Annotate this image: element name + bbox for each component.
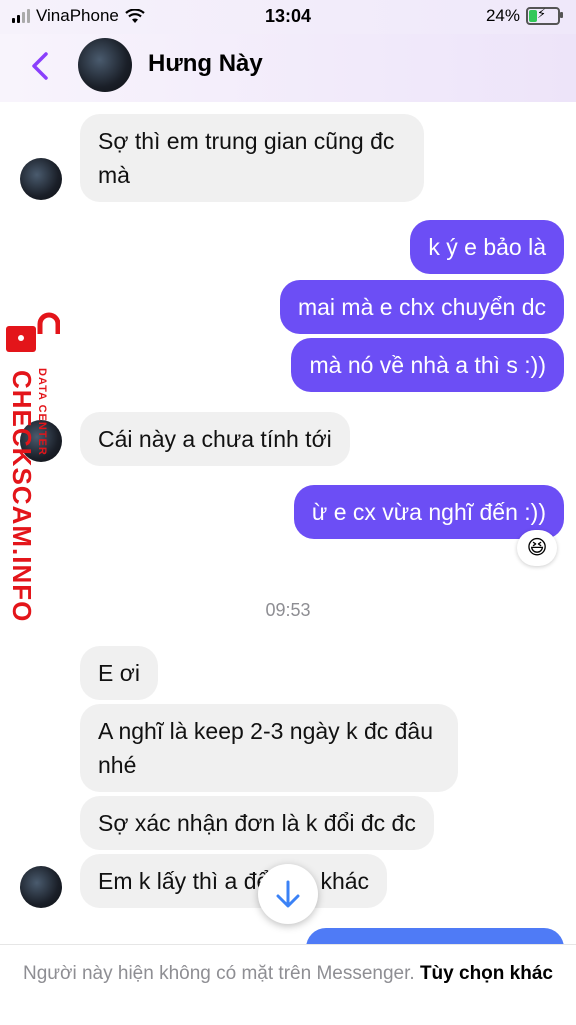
timestamp-separator: 09:53 [265, 600, 311, 620]
more-options-link[interactable]: Tùy chọn khác [420, 963, 553, 984]
arrow-down-icon [276, 880, 300, 908]
scroll-to-bottom-button[interactable] [258, 864, 318, 924]
contact-name[interactable]: Hưng Này [148, 50, 263, 78]
lock-icon [6, 312, 60, 352]
status-bar: VinaPhone 13:04 24% ⚡ [0, 0, 576, 34]
sender-avatar[interactable] [20, 158, 62, 200]
battery-icon: ⚡ [526, 6, 563, 25]
watermark-main: CHECKSCAM.INFO [7, 370, 37, 623]
battery-percent: 24% [485, 6, 520, 25]
message-bubble-outgoing[interactable]: ừ e cx vừa nghĩ đến :)) [293, 485, 564, 539]
status-right: 24% ⚡ [485, 6, 563, 26]
sender-avatar[interactable] [20, 866, 62, 908]
chat-header: Hưng Này [0, 34, 576, 102]
footer-notice: Người này hiện không có mặt trên Messeng… [0, 944, 576, 1025]
watermark: CHECKSCAM.INFO DATA CENTER [0, 312, 66, 622]
message-bubble-incoming[interactable]: Em k lấy thì a để bạn khác [80, 854, 388, 908]
message-bubble-incoming[interactable]: Sợ thì em trung gian cũng đc mà [80, 114, 424, 202]
message-bubble-outgoing[interactable]: mai mà e chx chuyển dc [279, 280, 564, 334]
message-bubble-outgoing[interactable]: k ý e bảo là [410, 220, 564, 274]
contact-avatar[interactable] [78, 38, 132, 92]
reaction-emoji[interactable]: 😆 [517, 530, 557, 566]
watermark-sub: DATA CENTER [36, 368, 48, 456]
back-chevron-icon[interactable] [24, 48, 60, 84]
unavailable-notice: Người này hiện không có mặt trên Messeng… [23, 963, 415, 984]
message-bubble-incoming[interactable]: A nghĩ là keep 2-3 ngày k đc đâu nhé [80, 704, 458, 792]
message-bubble-incoming[interactable]: Sợ xác nhận đơn là k đổi đc đc [80, 796, 434, 850]
message-bubble-incoming[interactable]: Cái này a chưa tính tới [80, 412, 350, 466]
message-list[interactable]: Sợ thì em trung gian cũng đc mà k ý e bả… [0, 102, 576, 958]
message-bubble-outgoing[interactable]: mà nó về nhà a thì s :)) [291, 338, 564, 392]
message-bubble-incoming[interactable]: E ơi [80, 646, 158, 700]
